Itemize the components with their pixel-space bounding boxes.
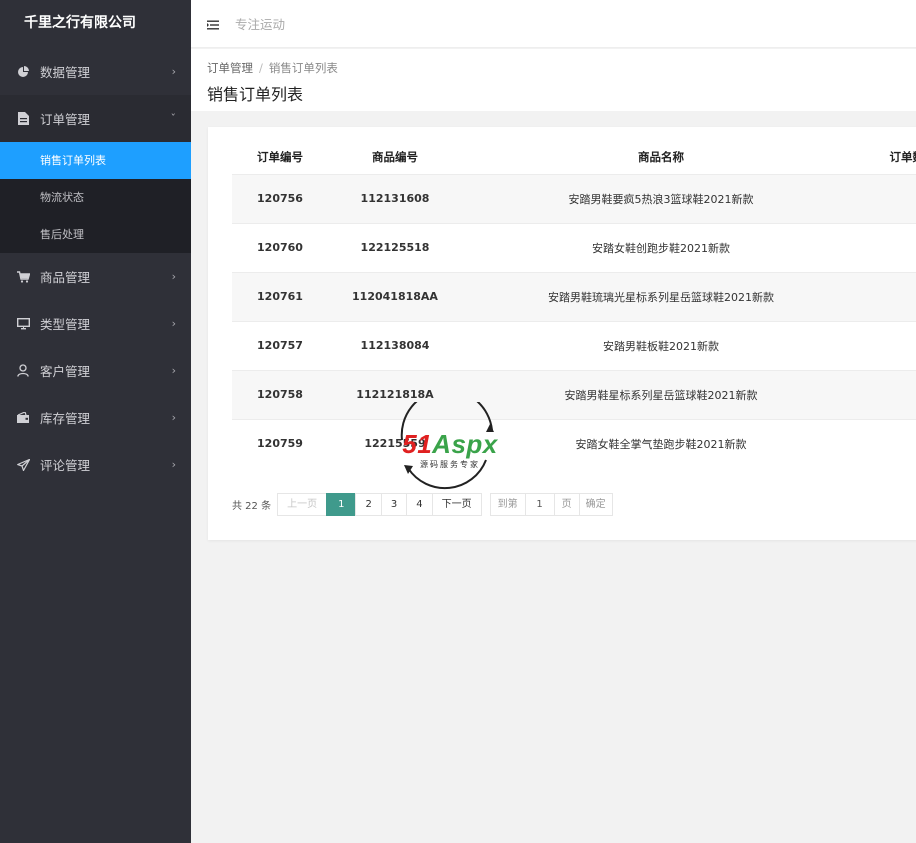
goto-label: 到第 (489, 493, 526, 516)
page-button-4[interactable]: 4 (406, 493, 433, 516)
send-icon (16, 458, 30, 472)
page-word: 页 (553, 493, 580, 516)
cell-product-name: 安踏女鞋创跑步鞋2021新款 (462, 222, 860, 272)
cell-product-name: 安踏男鞋要疯5热浪3篮球鞋2021新款 (462, 173, 860, 223)
cell-order-no: 120759 (232, 418, 328, 468)
cell-qty: 1 (860, 173, 916, 223)
goto-page-input[interactable] (524, 493, 555, 516)
page-button-1[interactable]: 1 (326, 493, 357, 516)
sidebar-subitem-after-sales[interactable]: 售后处理 (0, 216, 191, 253)
orders-table: 订单编号 商品编号 商品名称 订单数 120756 112131608 安踏男鞋… (232, 141, 916, 468)
cell-product-no: 112041818AA (328, 271, 462, 321)
column-header-order-no: 订单编号 (257, 150, 303, 165)
breadcrumb: 订单管理 / 销售订单列表 (207, 60, 916, 76)
cell-order-no: 120761 (232, 271, 328, 321)
sidebar-item-label: 数据管理 (40, 65, 91, 80)
cell-qty: 1 (860, 271, 916, 321)
page-header: 订单管理 / 销售订单列表 销售订单列表 (191, 49, 916, 111)
cell-product-name: 安踏男鞋琉璃光星标系列星岳篮球鞋2021新款 (462, 271, 860, 321)
sidebar-item-label: 商品管理 (40, 270, 91, 285)
page-button-3[interactable]: 3 (380, 493, 408, 516)
pie-chart-icon (16, 65, 30, 79)
sidebar-item-label: 库存管理 (40, 411, 91, 426)
sidebar-item-inventory[interactable]: 库存管理 › (0, 394, 191, 441)
sidebar-item-customers[interactable]: 客户管理 › (0, 347, 191, 394)
column-header-product-name: 商品名称 (638, 150, 684, 165)
prev-page-button[interactable]: 上一页 (277, 493, 328, 516)
cell-order-no: 120758 (232, 369, 328, 419)
sidebar-item-orders[interactable]: 订单管理 ˇ (0, 95, 191, 142)
sidebar-item-types[interactable]: 类型管理 › (0, 300, 191, 347)
wallet-icon (16, 411, 30, 425)
watermark-logo: 51Aspx 源码服务专家 (386, 388, 514, 494)
cell-order-no: 120757 (232, 320, 328, 370)
cell-order-no: 120760 (232, 222, 328, 272)
watermark-brand-number: 51 (402, 429, 433, 459)
cell-qty: 1 (860, 369, 916, 419)
cell-order-no: 120756 (232, 173, 328, 223)
table-row[interactable]: 120759 12215559 安踏女鞋全掌气垫跑步鞋2021新款 1 (232, 418, 916, 468)
page-button-2[interactable]: 2 (355, 493, 382, 516)
top-bar: 专注运动 (191, 0, 916, 48)
watermark-brand-text: Aspx (432, 429, 498, 459)
sidebar-item-products[interactable]: 商品管理 › (0, 253, 191, 300)
sidebar-item-label: 评论管理 (40, 458, 91, 473)
pagination-total: 共 22 条 (232, 501, 272, 512)
user-icon (16, 364, 30, 378)
sidebar: 千里之行有限公司 数据管理 › 订单管理 ˇ 销售订单列表 物流状态 售后处理 … (0, 0, 191, 843)
breadcrumb-item-current: 销售订单列表 (268, 61, 338, 75)
table-header-row: 订单编号 商品编号 商品名称 订单数 (232, 141, 916, 174)
sidebar-subitem-logistics[interactable]: 物流状态 (0, 179, 191, 216)
cell-product-no: 122125518 (328, 222, 462, 272)
page-title: 销售订单列表 (207, 85, 304, 104)
document-icon (16, 112, 30, 126)
table-row[interactable]: 120760 122125518 安踏女鞋创跑步鞋2021新款 1 (232, 222, 916, 272)
sidebar-item-data[interactable]: 数据管理 › (0, 48, 191, 95)
chevron-down-icon: ˇ (170, 111, 177, 125)
next-page-button[interactable]: 下一页 (431, 493, 482, 516)
pagination: 共 22 条 上一页 1 2 3 4 下一页 到第 页 确定 (232, 493, 613, 516)
cell-product-name: 安踏男鞋板鞋2021新款 (462, 320, 860, 370)
column-header-product-no: 商品编号 (372, 150, 418, 165)
sidebar-item-label: 类型管理 (40, 317, 91, 332)
cell-qty: 1 (860, 222, 916, 272)
cart-icon (16, 270, 30, 284)
table-row[interactable]: 120758 112121818A 安踏男鞋星标系列星岳篮球鞋2021新款 1 (232, 369, 916, 419)
chevron-right-icon: › (171, 316, 176, 330)
cell-product-name: 安踏女鞋全掌气垫跑步鞋2021新款 (462, 418, 860, 468)
watermark-brand: 51Aspx (386, 430, 514, 458)
watermark-tagline: 源码服务专家 (420, 460, 480, 469)
sidebar-submenu-orders: 销售订单列表 物流状态 售后处理 (0, 142, 191, 253)
cell-qty: 1 (860, 320, 916, 370)
header-slogan: 专注运动 (235, 17, 286, 32)
chevron-right-icon: › (171, 457, 176, 471)
sidebar-subitem-sales-orders[interactable]: 销售订单列表 (0, 142, 191, 179)
brand-title: 千里之行有限公司 (24, 15, 136, 31)
breadcrumb-separator: / (259, 61, 263, 75)
chevron-right-icon: › (171, 269, 176, 283)
table-row[interactable]: 120761 112041818AA 安踏男鞋琉璃光星标系列星岳篮球鞋2021新… (232, 271, 916, 321)
orders-card: 订单编号 商品编号 商品名称 订单数 120756 112131608 安踏男鞋… (208, 127, 916, 540)
monitor-icon (16, 317, 30, 331)
sidebar-item-label: 订单管理 (40, 112, 91, 127)
sidebar-item-reviews[interactable]: 评论管理 › (0, 441, 191, 488)
menu-icon[interactable] (207, 19, 219, 29)
column-header-qty: 订单数 (889, 150, 916, 165)
cell-product-no: 112138084 (328, 320, 462, 370)
breadcrumb-item-orders[interactable]: 订单管理 (207, 61, 253, 75)
table-row[interactable]: 120756 112131608 安踏男鞋要疯5热浪3篮球鞋2021新款 1 (232, 173, 916, 223)
cell-qty: 1 (860, 418, 916, 468)
chevron-right-icon: › (171, 410, 176, 424)
table-row[interactable]: 120757 112138084 安踏男鞋板鞋2021新款 1 (232, 320, 916, 370)
sidebar-item-label: 客户管理 (40, 364, 91, 379)
chevron-right-icon: › (171, 64, 176, 78)
cell-product-no: 112131608 (328, 173, 462, 223)
cell-product-name: 安踏男鞋星标系列星岳篮球鞋2021新款 (462, 369, 860, 419)
goto-confirm-button[interactable]: 确定 (578, 493, 613, 516)
chevron-right-icon: › (171, 363, 176, 377)
